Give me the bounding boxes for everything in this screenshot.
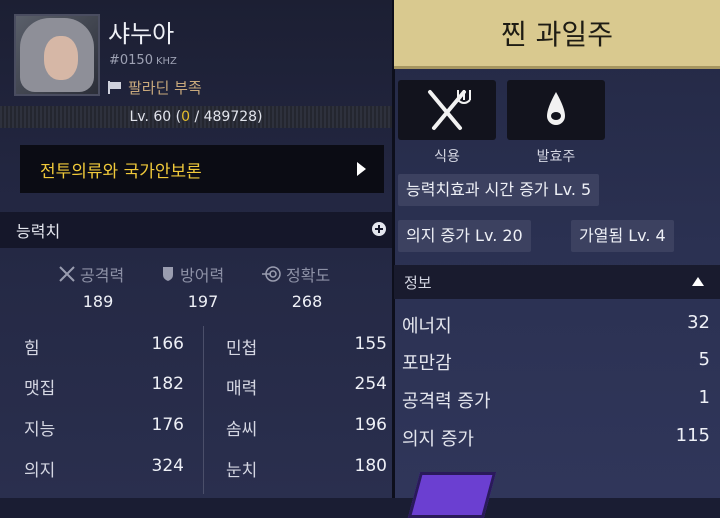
panel-divider bbox=[392, 0, 395, 498]
stat-value: 155 bbox=[354, 334, 387, 354]
stat-value: 176 bbox=[151, 415, 184, 435]
combat-stat-accuracy: 정확도 bbox=[262, 262, 330, 286]
exp-current: 0 bbox=[181, 109, 190, 125]
info-value: 115 bbox=[675, 425, 710, 446]
portrait-face bbox=[44, 36, 78, 80]
stat-value: 196 bbox=[354, 415, 387, 435]
item-title-bar: 찐 과일주 bbox=[394, 0, 720, 69]
effect-tag: 가열됨 Lv. 4 bbox=[571, 220, 674, 252]
character-portrait[interactable] bbox=[14, 14, 100, 96]
defense-value: 197 bbox=[187, 292, 219, 311]
stat-label: 의지 bbox=[24, 461, 56, 481]
level-exp-bar: Lv. 60 (0 / 489728) bbox=[0, 106, 392, 128]
fork-knife-icon bbox=[428, 90, 471, 130]
combat-label: 정확도 bbox=[286, 266, 331, 285]
item-title: 찐 과일주 bbox=[501, 18, 613, 51]
stats-column-divider bbox=[203, 326, 204, 494]
action-eat-button[interactable] bbox=[398, 80, 496, 140]
stats-section-title: 능력치 bbox=[16, 222, 61, 241]
stat-value: 324 bbox=[151, 456, 184, 476]
action-eat-label: 식용 bbox=[434, 149, 460, 165]
info-section-header[interactable]: 정보 bbox=[394, 265, 720, 299]
character-id: #0150 KHZ bbox=[109, 53, 177, 68]
stat-value: 166 bbox=[151, 334, 184, 354]
stat-value: 180 bbox=[354, 456, 387, 476]
guild-name: 팔라딘 부족 bbox=[128, 79, 202, 97]
info-label: 공격력 증가 bbox=[402, 391, 491, 412]
stat-label: 지능 bbox=[24, 420, 56, 440]
info-label: 에너지 bbox=[402, 316, 452, 337]
stat-label: 민첩 bbox=[226, 339, 258, 359]
arrow-right-icon bbox=[357, 162, 366, 176]
info-label: 포만감 bbox=[402, 353, 452, 374]
combat-label: 방어력 bbox=[180, 266, 225, 285]
stat-label: 솜씨 bbox=[226, 420, 258, 440]
stat-label: 힘 bbox=[24, 339, 40, 359]
character-id-unit: KHZ bbox=[155, 56, 177, 67]
stats-section-header: 능력치 bbox=[0, 212, 392, 248]
info-label: 의지 증가 bbox=[402, 429, 474, 450]
stat-label: 맷집 bbox=[24, 379, 56, 399]
crossed-swords-icon bbox=[59, 266, 75, 282]
stat-value: 254 bbox=[354, 374, 387, 394]
collapse-up-icon[interactable] bbox=[692, 277, 704, 286]
quest-button[interactable]: 전투의류와 국가안보론 bbox=[20, 145, 384, 193]
stat-label: 매력 bbox=[226, 379, 258, 399]
level-text: Lv. 60 ( bbox=[129, 109, 182, 125]
item-icon-partial bbox=[407, 472, 497, 518]
stat-label: 눈치 bbox=[226, 461, 258, 481]
character-name: 샤누아 bbox=[108, 20, 175, 48]
shield-icon bbox=[163, 267, 173, 281]
plus-icon[interactable] bbox=[372, 222, 386, 236]
info-value: 32 bbox=[687, 312, 710, 333]
stat-value: 182 bbox=[151, 374, 184, 394]
action-ferment-button[interactable] bbox=[507, 80, 605, 140]
info-value: 1 bbox=[698, 387, 710, 408]
combat-label: 공격력 bbox=[80, 266, 125, 285]
effect-tag: 능력치효과 시간 증가 Lv. 5 bbox=[398, 174, 600, 206]
info-section-title: 정보 bbox=[404, 273, 432, 292]
action-ferment-label: 발효주 bbox=[536, 149, 576, 165]
quest-label: 전투의류와 국가안보론 bbox=[40, 161, 202, 182]
character-id-number: #0150 bbox=[109, 53, 153, 68]
target-icon bbox=[262, 266, 281, 282]
accuracy-value: 268 bbox=[291, 292, 323, 311]
guild-info[interactable]: 팔라딘 부족 bbox=[108, 77, 202, 98]
flag-icon bbox=[108, 81, 122, 94]
attack-value: 189 bbox=[82, 292, 114, 311]
combat-stat-attack: 공격력 bbox=[58, 262, 124, 286]
effect-tag: 의지 증가 Lv. 20 bbox=[398, 220, 531, 252]
info-value: 5 bbox=[698, 349, 710, 370]
combat-stat-defense: 방어력 bbox=[160, 262, 224, 286]
exp-total: / 489728) bbox=[190, 109, 263, 125]
drop-icon bbox=[547, 92, 565, 125]
